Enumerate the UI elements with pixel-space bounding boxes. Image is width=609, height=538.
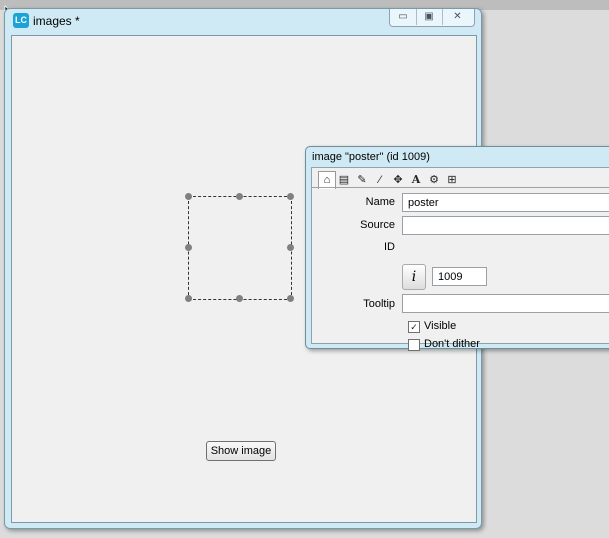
info-icon[interactable]: i	[402, 264, 426, 290]
resize-handle-top-left[interactable]	[185, 193, 192, 200]
maximize-button[interactable]: ▣	[416, 9, 443, 25]
tooltip-label: Tooltip	[363, 298, 395, 310]
resize-handle-top-right[interactable]	[287, 193, 294, 200]
database-icon[interactable]: ▤	[336, 172, 352, 188]
gears-icon[interactable]: ⚙	[426, 172, 442, 188]
selected-image-object[interactable]	[188, 196, 292, 300]
visible-label: Visible	[424, 320, 457, 332]
text-icon[interactable]: A	[408, 172, 424, 188]
window-titlebar[interactable]: LC images * ▭ ▣ ✕	[5, 9, 481, 35]
livecode-app-icon: LC	[13, 13, 29, 28]
id-field[interactable]: 1009	[432, 267, 487, 286]
inspector-body: ⌂ ▤ ✎ ⁄ ✥ A ⚙ ⊞ Name poster Source ID i …	[311, 167, 609, 351]
close-button[interactable]: ✕	[442, 9, 473, 25]
window-title: images *	[33, 14, 80, 28]
resize-handle-bottom[interactable]	[236, 295, 243, 302]
inspector-title: image "poster" (id 1009)	[312, 151, 430, 163]
inspector-tab-bar: ⌂ ▤ ✎ ⁄ ✥ A ⚙ ⊞	[314, 170, 474, 189]
name-label: Name	[365, 196, 395, 208]
show-image-button[interactable]: Show image	[206, 441, 276, 461]
tooltip-field[interactable]	[402, 294, 609, 313]
tab-divider	[312, 187, 609, 188]
resize-handle-bottom-right[interactable]	[287, 295, 294, 302]
wand-icon[interactable]: ⁄	[372, 172, 388, 188]
source-field[interactable]	[402, 216, 609, 235]
resize-handle-left[interactable]	[185, 244, 192, 251]
resize-handle-top[interactable]	[236, 193, 243, 200]
dont-dither-label: Don't dither	[424, 338, 480, 350]
dont-dither-checkbox[interactable]	[408, 339, 420, 351]
layout-icon[interactable]: ⊞	[444, 172, 460, 188]
minimize-button[interactable]: ▭	[390, 9, 417, 25]
caption-buttons: ▭ ▣ ✕	[389, 9, 475, 27]
resize-handle-bottom-left[interactable]	[185, 295, 192, 302]
resize-handle-right[interactable]	[287, 244, 294, 251]
visible-checkbox[interactable]: ✓	[408, 321, 420, 333]
source-label: Source	[360, 219, 395, 231]
id-label: ID	[384, 241, 395, 253]
pencil-icon[interactable]: ✎	[354, 172, 370, 188]
move-icon[interactable]: ✥	[390, 172, 406, 188]
property-inspector-window: image "poster" (id 1009) ⌂ ▤ ✎ ⁄ ✥ A ⚙ ⊞…	[305, 146, 609, 351]
name-field[interactable]: poster	[402, 193, 609, 212]
